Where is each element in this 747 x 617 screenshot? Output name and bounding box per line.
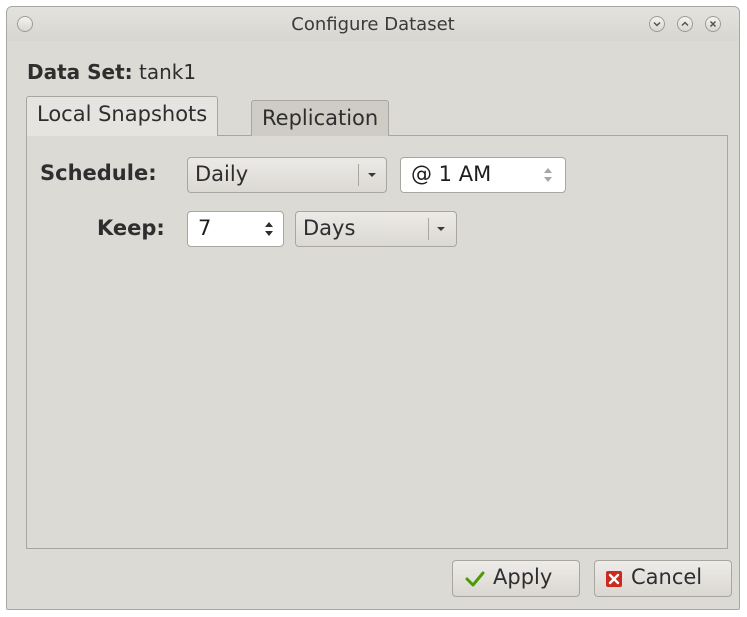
spin-arrows-icon[interactable] [264,219,274,239]
title-bar[interactable]: Configure Dataset [7,7,739,41]
schedule-frequency-value: Daily [195,162,249,186]
local-snapshots-panel: Schedule: Daily @ 1 AM Keep: 7 Days [26,135,728,549]
schedule-frequency-select[interactable]: Daily [187,157,387,193]
dataset-label: Data Set: [27,60,133,84]
spin-arrows-disabled-icon[interactable] [543,165,553,185]
tab-local-snapshots-label: Local Snapshots [37,102,208,126]
red-x-icon [606,571,622,587]
tab-replication-label: Replication [262,106,379,130]
minimize-button[interactable] [649,16,665,32]
schedule-time-value: @ 1 AM [411,162,492,186]
keep-label: Keep: [97,216,165,240]
tab-local-snapshots[interactable]: Local Snapshots [26,96,219,136]
dropdown-arrow-icon [437,227,445,231]
cancel-button[interactable]: Cancel [594,560,732,597]
keep-count-spinbox[interactable]: 7 [187,211,284,247]
dropdown-arrow-icon [368,173,376,177]
tab-replication[interactable]: Replication [251,100,390,136]
configure-dataset-window: Configure Dataset Data Set: tank1 Local … [6,6,740,610]
schedule-label: Schedule: [40,161,157,185]
close-button[interactable] [705,16,721,32]
apply-button[interactable]: Apply [452,560,580,597]
chevron-down-icon [653,21,661,27]
window-title: Configure Dataset [291,14,455,35]
checkmark-icon [465,571,485,587]
maximize-button[interactable] [677,16,693,32]
dataset-row: Data Set: tank1 [27,60,196,84]
keep-unit-value: Days [303,216,356,240]
close-icon [709,20,717,28]
keep-unit-select[interactable]: Days [295,211,457,247]
keep-count-value: 7 [198,216,212,240]
schedule-time-spinbox[interactable]: @ 1 AM [400,157,566,193]
cancel-button-label: Cancel [631,565,703,589]
dataset-value: tank1 [139,60,197,84]
chevron-up-icon [681,21,689,27]
apply-button-label: Apply [493,565,553,589]
